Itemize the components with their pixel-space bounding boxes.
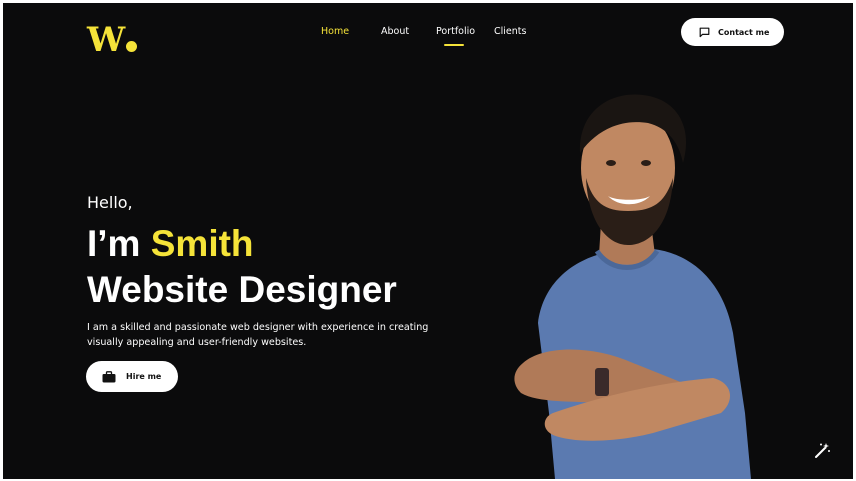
hero-greeting: Hello, [87, 193, 133, 212]
hero-intro-prefix: I’m [87, 223, 151, 264]
contact-me-label: Contact me [718, 27, 770, 37]
briefcase-icon [102, 370, 116, 383]
hire-me-label: Hire me [126, 372, 162, 381]
hero-description: I am a skilled and passionate web design… [87, 322, 429, 348]
nav-item-portfolio[interactable]: Portfolio [436, 26, 475, 37]
nav-item-home[interactable]: Home [321, 26, 349, 37]
nav-active-underline [444, 44, 464, 46]
page-frame: W Home About Portfolio Clients Contact m… [3, 3, 853, 479]
hero-intro: I’m Smith [87, 222, 254, 266]
chat-bubble-icon [699, 27, 710, 38]
magic-wand-icon[interactable] [813, 442, 831, 460]
hero-name: Smith [150, 223, 254, 264]
person-photo [514, 94, 751, 479]
nav-item-about[interactable]: About [381, 26, 409, 37]
contact-me-button[interactable]: Contact me [681, 18, 784, 46]
hero-role: Website Designer [87, 269, 397, 310]
hire-me-button[interactable]: Hire me [86, 361, 178, 392]
nav-item-clients[interactable]: Clients [494, 26, 526, 37]
